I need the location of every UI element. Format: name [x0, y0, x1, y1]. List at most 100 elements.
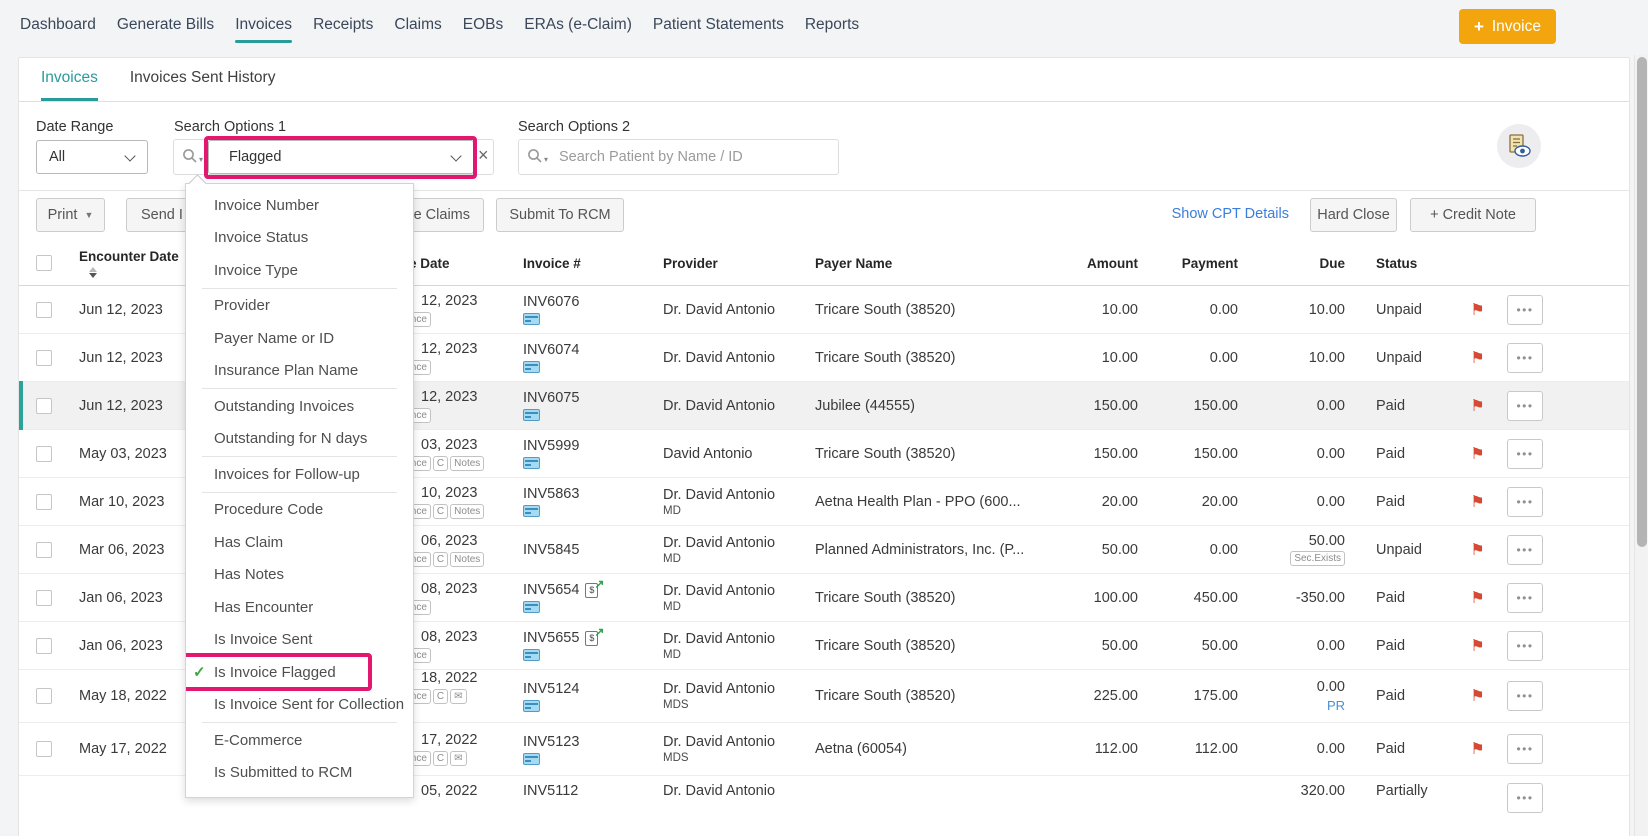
row-checkbox[interactable] [36, 688, 52, 704]
header-payer-name[interactable]: Payer Name [815, 256, 1065, 271]
dropdown-item-invoice-type[interactable]: Invoice Type [186, 254, 413, 287]
row-actions-button[interactable]: ••• [1507, 390, 1543, 421]
dropdown-item-outstanding-invoices[interactable]: Outstanding Invoices [186, 390, 413, 423]
tab-invoices[interactable]: Invoices [41, 58, 98, 101]
flag-icon[interactable]: ⚑ [1450, 686, 1505, 706]
new-invoice-button[interactable]: + Invoice [1458, 9, 1556, 44]
row-checkbox[interactable] [36, 349, 52, 366]
header-invoice-number[interactable]: Invoice # [523, 256, 663, 271]
select-all-checkbox[interactable] [36, 255, 52, 271]
invoice-tag-c: C [432, 689, 449, 704]
plus-icon: + [1473, 16, 1484, 36]
header-due[interactable]: Due [1243, 256, 1350, 271]
nav-item-generate-bills[interactable]: Generate Bills [117, 0, 214, 50]
row-actions-button[interactable]: ••• [1507, 534, 1543, 565]
print-button[interactable]: Print ▼ [36, 198, 105, 232]
nav-item-patient-statements[interactable]: Patient Statements [653, 0, 784, 50]
header-status[interactable]: Status [1350, 256, 1450, 271]
row-checkbox[interactable] [36, 397, 52, 414]
dropdown-item-outstanding-for-n-days[interactable]: Outstanding for N days [186, 423, 413, 456]
row-checkbox[interactable] [36, 637, 52, 654]
cell-payer-name: Tricare South (38520) [815, 301, 956, 318]
date-range-select[interactable]: All [36, 140, 148, 174]
row-actions-button[interactable]: ••• [1507, 630, 1543, 661]
cell-select [28, 541, 63, 558]
dropdown-item-rcm-claim-options[interactable]: RCM Claim Options [186, 789, 413, 798]
row-checkbox[interactable] [36, 589, 52, 606]
submit-to-rcm-button[interactable]: Submit To RCM [496, 198, 624, 232]
row-actions-button[interactable]: ••• [1507, 342, 1543, 373]
nav-item-eras-e-claim[interactable]: ERAs (e-Claim) [524, 0, 632, 50]
due-value: 50.00 [1308, 533, 1345, 549]
flag-icon[interactable]: ⚑ [1450, 396, 1505, 416]
flag-icon[interactable]: ⚑ [1450, 492, 1505, 512]
row-checkbox[interactable] [36, 541, 52, 558]
flag-icon[interactable]: ⚑ [1450, 588, 1505, 608]
row-checkbox[interactable] [36, 445, 52, 462]
row-actions-button[interactable]: ••• [1507, 734, 1543, 764]
row-actions-button[interactable]: ••• [1507, 783, 1543, 813]
flag-icon[interactable]: ⚑ [1450, 739, 1505, 759]
cell-provider: Dr. David Antonio MDS [663, 734, 815, 764]
row-actions-button[interactable]: ••• [1507, 681, 1543, 711]
row-checkbox[interactable] [36, 741, 52, 757]
nav-list: Dashboard Generate Bills Invoices Receipts C… [20, 0, 859, 50]
dropdown-item-invoices-for-follow-up[interactable]: Invoices for Follow-up [186, 458, 413, 491]
row-actions-button[interactable]: ••• [1507, 438, 1543, 469]
credit-note-button[interactable]: + Credit Note [1410, 198, 1536, 232]
patient-search-input[interactable] [559, 141, 829, 173]
nav-item-dashboard[interactable]: Dashboard [20, 0, 96, 50]
row-checkbox[interactable] [36, 493, 52, 510]
due-value: 10.00 [1308, 301, 1345, 318]
invoice-number: INV6076 [523, 294, 580, 310]
dropdown-item-is-submitted-to-rcm[interactable]: Is Submitted to RCM [186, 757, 413, 790]
search-options-1-select[interactable]: Flagged [208, 140, 474, 174]
dropdown-item-label: Invoice Type [214, 261, 298, 279]
cell-flag: ⚑ [1450, 444, 1505, 464]
flag-icon[interactable]: ⚑ [1450, 540, 1505, 560]
show-cpt-details-link[interactable]: Show CPT Details [1172, 206, 1289, 222]
hard-close-button[interactable]: Hard Close [1310, 198, 1397, 232]
dropdown-item-invoice-status[interactable]: Invoice Status [186, 222, 413, 255]
scrollbar-track[interactable] [1634, 55, 1647, 836]
row-actions-button[interactable]: ••• [1507, 294, 1543, 325]
dropdown-item-e-commerce[interactable]: E-Commerce [186, 724, 413, 757]
dropdown-divider [202, 491, 397, 493]
nav-item-eobs[interactable]: EOBs [463, 0, 503, 50]
cell-status: Paid [1376, 397, 1406, 414]
clear-filter-button[interactable]: × [478, 146, 489, 164]
nav-item-invoices[interactable]: Invoices [235, 0, 292, 50]
header-provider[interactable]: Provider [663, 256, 815, 271]
dropdown-item-provider[interactable]: Provider [186, 290, 413, 323]
row-checkbox[interactable] [36, 301, 52, 318]
dropdown-item-is-invoice-sent-for-collection[interactable]: Is Invoice Sent for Collection [186, 689, 413, 722]
dropdown-item-procedure-code[interactable]: Procedure Code [186, 494, 413, 527]
cell-invoice-number: INV6074 [523, 342, 663, 373]
row-actions-button[interactable]: ••• [1507, 582, 1543, 613]
cell-actions: ••• [1505, 681, 1558, 711]
flag-icon[interactable]: ⚑ [1450, 348, 1505, 368]
dropdown-item-is-invoice-flagged[interactable]: ✓ Is Invoice Flagged [186, 656, 413, 689]
dropdown-item-payer-name-or-id[interactable]: Payer Name or ID [186, 322, 413, 355]
dropdown-item-insurance-plan-name[interactable]: Insurance Plan Name [186, 355, 413, 388]
cell-invoice-number: INV5655 $ [523, 625, 663, 661]
header-payment[interactable]: Payment [1143, 256, 1243, 271]
cell-payer-name: Tricare South (38520) [815, 688, 956, 704]
dropdown-item-invoice-number[interactable]: Invoice Number [186, 189, 413, 222]
dropdown-item-has-notes[interactable]: Has Notes [186, 559, 413, 592]
nav-item-reports[interactable]: Reports [805, 0, 859, 50]
flag-icon[interactable]: ⚑ [1450, 444, 1505, 464]
dropdown-item-has-encounter[interactable]: Has Encounter [186, 591, 413, 624]
flag-icon[interactable]: ⚑ [1450, 300, 1505, 320]
header-amount[interactable]: Amount [1065, 256, 1143, 271]
row-actions-button[interactable]: ••• [1507, 486, 1543, 517]
flag-icon[interactable]: ⚑ [1450, 636, 1505, 656]
dropdown-item-has-claim[interactable]: Has Claim [186, 526, 413, 559]
scrollbar-thumb[interactable] [1636, 57, 1647, 547]
nav-item-receipts[interactable]: Receipts [313, 0, 373, 50]
invoice-preview-button[interactable] [1497, 124, 1541, 168]
tab-invoices-sent-history[interactable]: Invoices Sent History [130, 58, 276, 101]
cell-payer-name: Tricare South (38520) [815, 445, 956, 462]
nav-item-claims[interactable]: Claims [394, 0, 441, 50]
dropdown-item-is-invoice-sent[interactable]: Is Invoice Sent [186, 624, 413, 657]
